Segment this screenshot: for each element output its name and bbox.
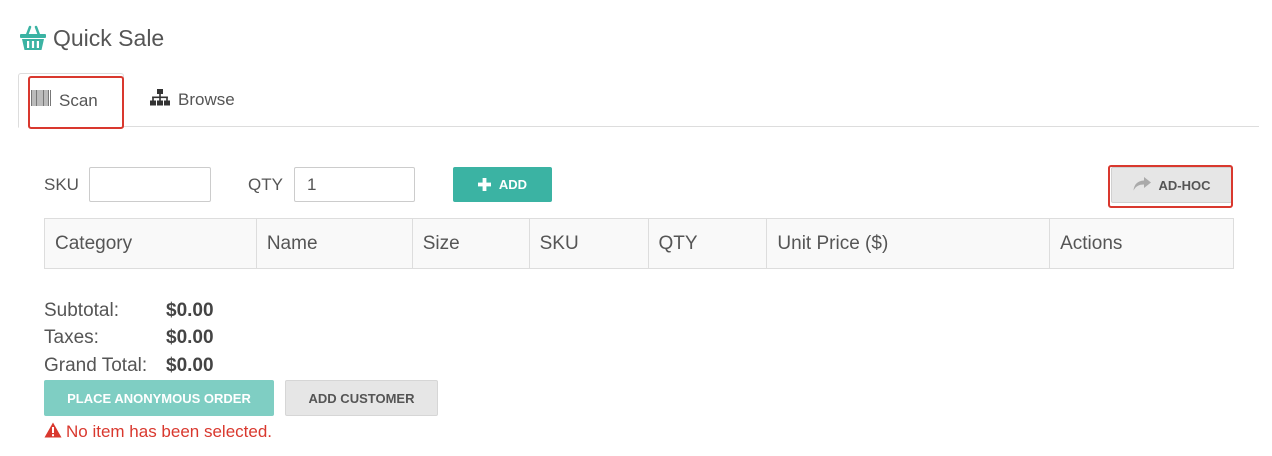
error-message-text: No item has been selected. — [66, 422, 273, 441]
tab-scan[interactable]: Scan — [18, 73, 124, 128]
tab-bar: Scan Browse — [18, 73, 1259, 128]
add-customer-button[interactable]: ADD CUSTOMER — [285, 380, 438, 416]
sku-label: SKU — [44, 175, 79, 194]
order-totals: Subtotal: $0.00 Taxes: $0.00 Grand Total… — [44, 297, 214, 380]
subtotal-value: $0.00 — [166, 299, 214, 321]
column-header-category: Category — [44, 218, 257, 269]
place-anonymous-order-button[interactable]: PLACE ANONYMOUS ORDER — [44, 380, 274, 416]
add-button-label: ADD — [498, 177, 528, 192]
tab-scan-label: Scan — [59, 90, 98, 110]
grand-total-row: Grand Total: $0.00 — [44, 352, 214, 380]
table-header-row: Category Name Size SKU QTY Unit Price ($… — [44, 218, 1234, 269]
ad-hoc-button[interactable]: AD-HOC — [1111, 167, 1232, 203]
scan-form: SKU QTY ADD AD-HOC — [44, 167, 1234, 203]
error-message: No item has been selected. — [44, 421, 272, 443]
basket-icon — [19, 24, 47, 52]
tab-browse-label: Browse — [178, 90, 235, 109]
column-header-actions: Actions — [1049, 218, 1234, 269]
page-title-text: Quick Sale — [53, 24, 165, 51]
qty-label: QTY — [248, 175, 283, 194]
tab-browse[interactable]: Browse — [150, 73, 235, 127]
grand-total-label: Grand Total: — [44, 354, 148, 376]
subtotal-row: Subtotal: $0.00 — [44, 297, 214, 325]
plus-icon — [477, 175, 491, 195]
column-header-size: Size — [411, 218, 530, 269]
column-header-sku: SKU — [528, 218, 649, 269]
warning-icon — [44, 422, 62, 443]
page-title: Quick Sale — [19, 22, 164, 54]
share-arrow-icon — [1133, 176, 1151, 194]
items-table: Category Name Size SKU QTY Unit Price ($… — [44, 218, 1234, 269]
column-header-name: Name — [255, 218, 413, 269]
add-button[interactable]: ADD — [453, 167, 552, 202]
sitemap-icon — [150, 89, 170, 111]
subtotal-label: Subtotal: — [44, 299, 119, 321]
taxes-value: $0.00 — [166, 327, 214, 349]
column-header-qty: QTY — [647, 218, 768, 269]
column-header-unit-price: Unit Price ($) — [766, 218, 1051, 269]
ad-hoc-button-label: AD-HOC — [1158, 177, 1211, 193]
taxes-label: Taxes: — [44, 327, 99, 349]
qty-input[interactable] — [294, 167, 415, 202]
sku-input[interactable] — [89, 167, 211, 202]
grand-total-value: $0.00 — [166, 354, 214, 376]
barcode-icon — [31, 90, 51, 111]
taxes-row: Taxes: $0.00 — [44, 325, 214, 353]
